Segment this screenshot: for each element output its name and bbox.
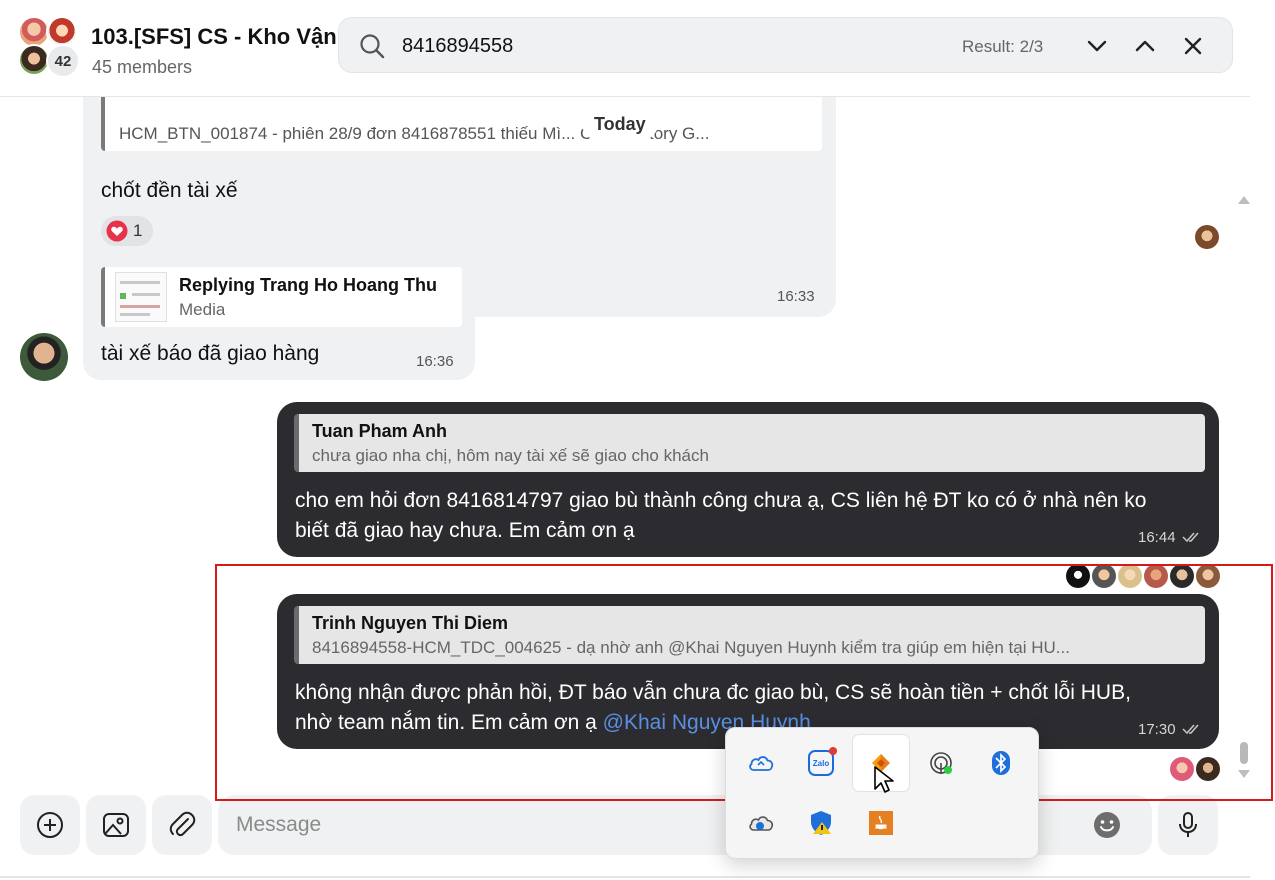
network-icon[interactable] [913,735,969,791]
reply-quote-author: Tuan Pham Anh [312,421,447,441]
emoji-icon[interactable] [1092,810,1122,840]
seen-avatar[interactable] [1195,225,1219,249]
seen-avatar[interactable] [1170,757,1194,781]
seen-avatar[interactable] [1196,757,1220,781]
mouse-cursor-icon [874,766,894,793]
voice-button[interactable] [1158,795,1218,855]
search-result-count: Result: 2/3 [962,37,1044,56]
reply-quote[interactable]: Tuan Pham Anh chưa giao nha chị, hôm nay… [294,414,1205,472]
image-icon [103,813,129,837]
chevron-down-icon [1087,40,1107,52]
reply-quote[interactable]: Trinh Nguyen Thi Diem 8416894558-HCM_TDC… [294,606,1205,664]
reply-quote-author: Replying Trang Ho Hoang Thu [179,275,437,295]
chevron-up-icon [1135,40,1155,52]
message-time: 16:44 [1138,529,1176,546]
member-count[interactable]: 45 members [92,57,192,78]
scrollbar-thumb[interactable] [1240,742,1248,764]
divider [0,876,1250,878]
search-bar[interactable]: 8416894558 Result: 2/3 [338,17,1233,73]
date-divider: Today [582,108,658,140]
reaction-badge[interactable]: 1 [101,216,153,246]
windows-security-icon[interactable] [793,795,849,851]
group-title[interactable]: 103.[SFS] CS - Kho Vận [91,24,337,50]
message-text: chốt đền tài xế [101,179,238,202]
seen-avatar [1196,564,1220,588]
group-avatar[interactable]: 42 [18,16,82,80]
message-text: tài xế báo đã giao hàng [101,342,320,365]
onedrive-sync-icon[interactable] [733,795,789,851]
add-button[interactable] [20,795,80,855]
seen-avatar [1170,564,1194,588]
media-thumbnail[interactable] [115,272,167,322]
seen-avatar [1144,564,1168,588]
onedrive-icon[interactable] [733,735,789,791]
reaction-count: 1 [133,221,143,240]
double-check-icon [1182,532,1199,543]
reply-quote-text: Media [179,300,226,319]
next-result-button[interactable] [1081,30,1113,62]
microphone-icon [1179,812,1197,837]
message-time: 17:30 [1138,721,1176,738]
message-text-line: biết đã giao hay chưa. Em cảm ơn ạ [295,519,635,542]
image-button[interactable] [86,795,146,855]
search-icon [360,34,385,59]
member-count-badge: 42 [46,44,80,78]
message-time: 16:33 [777,288,815,305]
message-time: 16:36 [416,353,454,370]
paperclip-icon [169,811,196,837]
scroll-up-arrow[interactable] [1238,196,1250,204]
reply-quote-author: Trinh Nguyen Thi Diem [312,613,509,633]
seen-avatar [1066,564,1090,588]
outgoing-message[interactable]: Tuan Pham Anh chưa giao nha chị, hôm nay… [277,402,1219,557]
message-list[interactable]: HCM_BTN_001874 - phiên 28/9 đơn 84168785… [0,96,1250,786]
reply-quote-text: chưa giao nha chị, hôm nay tài xế sẽ gia… [312,446,709,465]
attach-button[interactable] [152,795,212,855]
double-check-icon [1182,724,1199,735]
incoming-message[interactable]: Replying Trang Ho Hoang Thu Media tài xế… [83,255,475,380]
previous-result-button[interactable] [1129,30,1161,62]
search-input[interactable]: 8416894558 [402,35,513,58]
sender-avatar[interactable] [20,333,68,381]
seen-avatar [1118,564,1142,588]
reply-quote[interactable]: HCM_BTN_001874 - phiên 28/9 đơn 84168785… [101,96,822,151]
bluetooth-icon[interactable] [973,735,1029,791]
message-text: nhờ team nắm tin. Em cảm ơn ạ [295,711,603,734]
zalo-icon[interactable]: Zalo [793,735,849,791]
reply-quote-text: 8416894558-HCM_TDC_004625 - dạ nhờ anh @… [312,638,1070,657]
message-composer [0,786,1250,880]
heart-icon [106,220,128,242]
outgoing-message[interactable]: Trinh Nguyen Thi Diem 8416894558-HCM_TDC… [277,594,1219,749]
seen-avatars[interactable] [1066,564,1220,588]
reply-quote-text: HCM_BTN_001874 - phiên 28/9 đơn 84168785… [119,124,710,143]
seen-avatar [1092,564,1116,588]
scroll-down-arrow[interactable] [1238,770,1250,778]
message-text-line: cho em hỏi đơn 8416814797 giao bù thành … [295,489,1147,512]
chat-header: 42 103.[SFS] CS - Kho Vận 45 members 841… [0,0,1250,97]
plus-circle-icon [37,812,63,838]
java-icon[interactable] [853,795,909,851]
close-icon [1184,37,1202,55]
close-search-button[interactable] [1177,30,1209,62]
reply-quote[interactable]: Replying Trang Ho Hoang Thu Media [101,267,462,327]
message-text-line: không nhận được phản hồi, ĐT báo vẫn chư… [295,681,1131,704]
